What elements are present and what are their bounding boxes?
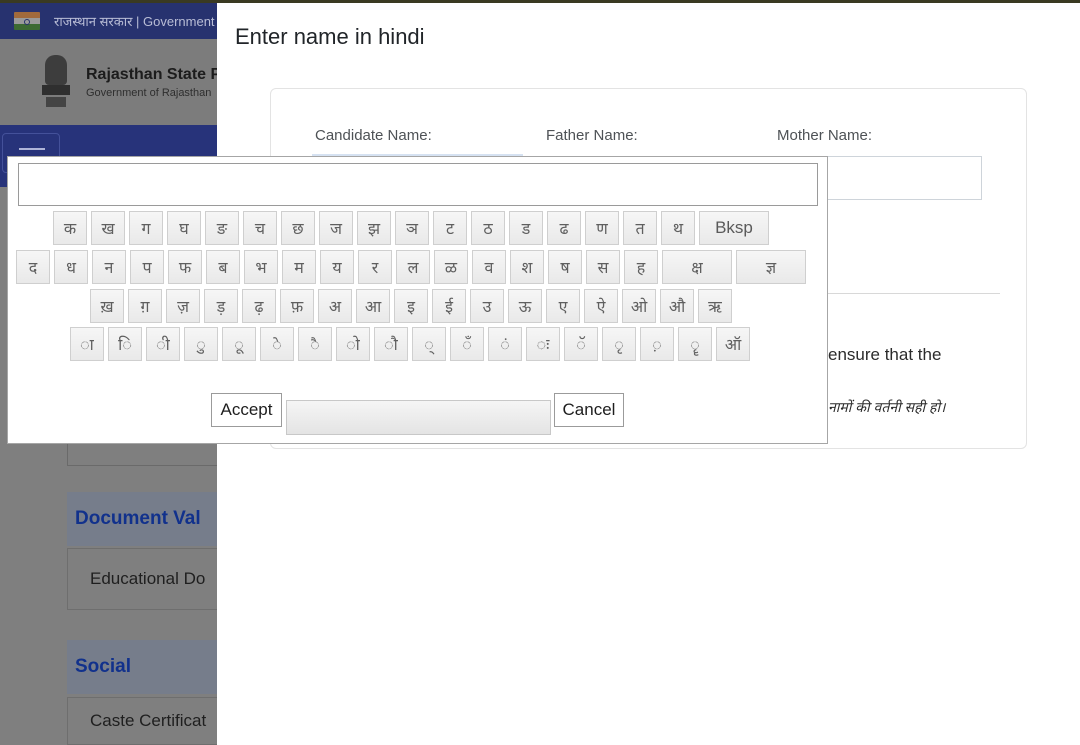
key[interactable]: झ	[357, 211, 391, 245]
key[interactable]: क्ष	[662, 250, 732, 284]
key[interactable]: ट	[433, 211, 467, 245]
key[interactable]: ड	[509, 211, 543, 245]
instruction-text-hindi: नामों की वर्तनी सही हो।	[828, 399, 946, 415]
key[interactable]: फ़	[280, 289, 314, 323]
key[interactable]: ि	[108, 327, 142, 361]
divider	[825, 293, 1000, 294]
tab-mother-name[interactable]: Mother Name:	[777, 127, 872, 144]
org-name: Rajasthan State P	[86, 65, 222, 83]
key[interactable]: ड़	[204, 289, 238, 323]
key[interactable]: ॄ	[678, 327, 712, 361]
key[interactable]: ढ़	[242, 289, 276, 323]
key[interactable]: ई	[432, 289, 466, 323]
key[interactable]: ऋ	[698, 289, 732, 323]
key[interactable]: य	[320, 250, 354, 284]
key[interactable]: ग़	[128, 289, 162, 323]
key[interactable]: ढ	[547, 211, 581, 245]
key[interactable]: ध	[54, 250, 88, 284]
key[interactable]: ञ	[395, 211, 429, 245]
key[interactable]: ँ	[450, 327, 484, 361]
key[interactable]: ख़	[90, 289, 124, 323]
hindi-virtual-keyboard: क ख ग घ ङ च छ ज झ ञ ट ठ ड ढ ण त थ Bksp दधनपफबभमयरलळवशषसहक…	[7, 156, 828, 444]
key[interactable]: आ	[356, 289, 390, 323]
key[interactable]: ु	[184, 327, 218, 361]
name-input-field[interactable]	[825, 156, 982, 200]
key[interactable]: ज्ञ	[736, 250, 806, 284]
keyboard-row-2: द ध न प फ ब भ म य र ल ळ व श ष स ह क्ष ज्ञ	[16, 250, 806, 284]
key[interactable]: स	[586, 250, 620, 284]
key[interactable]: ौ	[374, 327, 408, 361]
key[interactable]: ज	[319, 211, 353, 245]
key[interactable]: ऑ	[716, 327, 750, 361]
section-heading-documents: Document Val	[67, 492, 227, 546]
key[interactable]: भ	[244, 250, 278, 284]
key[interactable]: ल	[396, 250, 430, 284]
keyboard-preview-input[interactable]	[18, 163, 818, 206]
key[interactable]: थ	[661, 211, 695, 245]
key[interactable]: न	[92, 250, 126, 284]
key[interactable]: छ	[281, 211, 315, 245]
key[interactable]: े	[260, 327, 294, 361]
key[interactable]: औ	[660, 289, 694, 323]
key[interactable]: फ	[168, 250, 202, 284]
tab-father-name[interactable]: Father Name:	[546, 127, 638, 144]
key[interactable]: ऐ	[584, 289, 618, 323]
key[interactable]: र	[358, 250, 392, 284]
keyboard-row-4: ािीुूेैोौ्ँंःॅृ़ॄ ऑ	[70, 327, 750, 361]
india-flag-icon	[14, 12, 40, 30]
key[interactable]: ह	[624, 250, 658, 284]
key[interactable]: ए	[546, 289, 580, 323]
instruction-text: ensure that the	[828, 345, 942, 364]
key[interactable]: अ	[318, 289, 352, 323]
key[interactable]: ़	[640, 327, 674, 361]
org-subtitle: Government of Rajasthan	[86, 86, 212, 99]
key[interactable]: ठ	[471, 211, 505, 245]
keyboard-row-1: क ख ग घ ङ च छ ज झ ञ ट ठ ड ढ ण त थ Bksp	[53, 211, 769, 245]
key[interactable]: ऊ	[508, 289, 542, 323]
section-item-caste[interactable]: Caste Certificat	[67, 697, 227, 745]
key[interactable]: म	[282, 250, 316, 284]
cancel-button[interactable]: Cancel	[554, 393, 624, 427]
key[interactable]: ब	[206, 250, 240, 284]
key[interactable]: ज़	[166, 289, 200, 323]
key[interactable]: ं	[488, 327, 522, 361]
key[interactable]: ः	[526, 327, 560, 361]
key[interactable]: च	[243, 211, 277, 245]
section-heading-social: Social	[67, 640, 227, 694]
key[interactable]: ण	[585, 211, 619, 245]
key[interactable]: द	[16, 250, 50, 284]
key[interactable]: उ	[470, 289, 504, 323]
key[interactable]: प	[130, 250, 164, 284]
key[interactable]: ्	[412, 327, 446, 361]
section-item-educational[interactable]: Educational Do	[67, 548, 227, 610]
key[interactable]: ू	[222, 327, 256, 361]
key[interactable]: इ	[394, 289, 428, 323]
space-key[interactable]	[286, 400, 551, 435]
key[interactable]: ी	[146, 327, 180, 361]
state-emblem-icon	[38, 55, 74, 109]
key[interactable]: क	[53, 211, 87, 245]
key[interactable]: घ	[167, 211, 201, 245]
key[interactable]: ख	[91, 211, 125, 245]
key[interactable]: ॅ	[564, 327, 598, 361]
accept-button[interactable]: Accept	[211, 393, 282, 427]
key[interactable]: ै	[298, 327, 332, 361]
tab-candidate-name[interactable]: Candidate Name:	[315, 127, 432, 144]
key[interactable]: ो	[336, 327, 370, 361]
key[interactable]: ळ	[434, 250, 468, 284]
key[interactable]: श	[510, 250, 544, 284]
backspace-key[interactable]: Bksp	[699, 211, 769, 245]
key[interactable]: व	[472, 250, 506, 284]
key[interactable]: ओ	[622, 289, 656, 323]
org-name-block: Rajasthan State P Government of Rajastha…	[86, 66, 221, 99]
modal-title: Enter name in hindi	[235, 24, 425, 49]
key[interactable]: ष	[548, 250, 582, 284]
key[interactable]: ृ	[602, 327, 636, 361]
keyboard-row-3: ख़ ग़ ज़ ड़ ढ़ फ़ अ आ इ ई उ ऊ ए ऐ ओ औ ऋ	[90, 289, 732, 323]
key[interactable]: त	[623, 211, 657, 245]
key[interactable]: ग	[129, 211, 163, 245]
key[interactable]: ङ	[205, 211, 239, 245]
key[interactable]: ा	[70, 327, 104, 361]
gov-bar-text: राजस्थान सरकार | Government	[54, 14, 215, 29]
